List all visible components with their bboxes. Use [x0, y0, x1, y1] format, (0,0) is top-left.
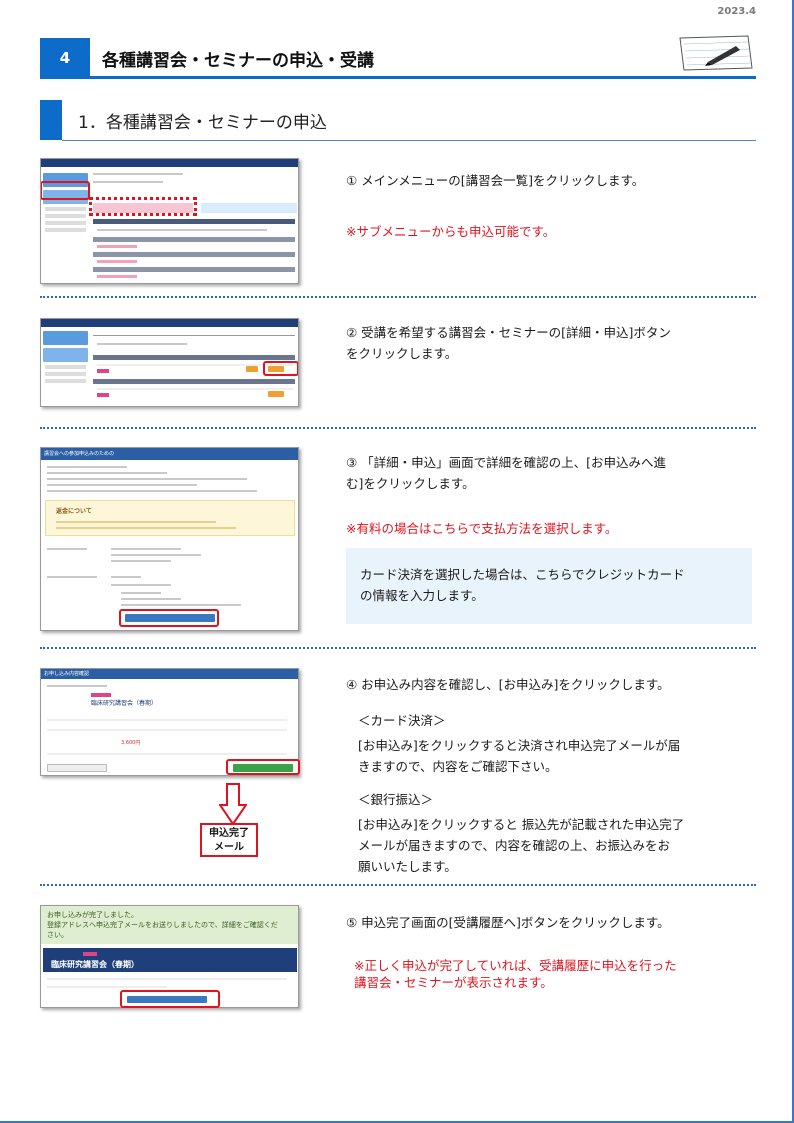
down-arrow-icon	[219, 783, 247, 825]
screenshot-course-list	[40, 318, 299, 407]
document-date: 2023.4	[717, 6, 756, 17]
shot-titlebar	[41, 159, 298, 167]
screenshot-course-detail: 講習会への参加申込みのための 返金について	[40, 447, 299, 631]
chapter-number: 4	[40, 38, 90, 78]
shot-refund-heading: 返金について	[56, 508, 92, 515]
step5-note-line1: ※正しく申込が完了していれば、受講履歴に申込を行った	[354, 958, 677, 973]
divider	[40, 647, 756, 649]
shot-done-banner: お申し込みが完了しました。 登録アドレスへ申込完了メールをお送りしましたので、詳…	[41, 906, 298, 944]
shot-header: 講習会への参加申込みのための	[41, 448, 298, 460]
card-line1: [お申込み]をクリックすると決済され申込完了メールが届	[358, 738, 681, 753]
chapter-title: 各種講習会・セミナーの申込・受講	[102, 51, 374, 71]
step3-info-line2: の情報を入力します。	[360, 588, 484, 603]
step3-info-line1: カード決済を選択した場合は、こちらでクレジットカード	[360, 567, 685, 582]
shot-course-name: 臨床研究講習会（春期）	[91, 700, 158, 707]
screenshot-main-menu	[40, 158, 299, 284]
step3-text-line1: ③ 「詳細・申込」画面で詳細を確認の上、[お申込みへ進	[346, 455, 667, 470]
manual-page: 2023.4 4 各種講習会・セミナーの申込・受講 1．各種講習会・セミナーの申…	[0, 0, 794, 1123]
divider	[40, 296, 756, 298]
chapter-rule	[40, 76, 756, 79]
section-title: 1．各種講習会・セミナーの申込	[78, 113, 327, 133]
bank-heading: ＜銀行振込＞	[358, 792, 434, 807]
highlight-proceed-button	[119, 609, 219, 627]
step2-text-line1: ② 受講を希望する講習会・セミナーの[詳細・申込]ボタン	[346, 325, 671, 340]
step3-info-box: カード決済を選択した場合は、こちらでクレジットカード の情報を入力します。	[346, 548, 752, 624]
step1-text: ① メインメニューの[講習会一覧]をクリックします。	[346, 173, 645, 188]
section-header: 1．各種講習会・セミナーの申込	[40, 100, 756, 142]
step5-text: ⑤ 申込完了画面の[受講履歴へ]ボタンをクリックします。	[346, 915, 670, 930]
shot-done-line1: お申し込みが完了しました。	[47, 911, 138, 919]
shot-done-line2: 登録アドレスへ申込完了メールをお送りしましたので、詳細をご確認くだ	[47, 921, 278, 929]
step5-note-line2: 講習会・セミナーが表示されます。	[354, 975, 553, 990]
shot-done-line3: さい。	[47, 931, 68, 939]
step2-text-line2: をクリックします。	[346, 346, 458, 361]
highlight-course-list-button	[41, 181, 90, 200]
divider	[40, 427, 756, 429]
bank-line1: [お申込み]をクリックすると 振込先が記載された申込完了	[358, 817, 685, 832]
shot-refund-box: 返金について	[45, 500, 295, 536]
completion-mail-box: 申込完了 メール	[200, 823, 258, 857]
chapter-header: 4 各種講習会・セミナーの申込・受講	[40, 35, 756, 80]
mail-label-line2: メール	[214, 842, 244, 853]
card-heading: ＜カード決済＞	[358, 713, 446, 728]
bank-line3: 願いいたします。	[358, 859, 457, 874]
highlight-apply-button	[226, 759, 300, 775]
highlight-detail-button	[263, 361, 298, 376]
mail-label-line1: 申込完了	[209, 828, 249, 839]
shot-course-band: 臨床研究講習会（春期）	[43, 948, 297, 972]
highlight-history-button	[120, 990, 220, 1008]
shot-header: お申し込み内容確認	[41, 669, 298, 679]
section-bar	[40, 100, 62, 140]
step4-text: ④ お申込み内容を確認し、[お申込み]をクリックします。	[346, 677, 670, 692]
shot-price: 3,600円	[121, 740, 141, 746]
step3-note: ※有料の場合はこちらで支払方法を選択します。	[346, 521, 618, 536]
step3-text-line2: む]をクリックします。	[346, 476, 475, 491]
step1-note: ※サブメニューからも申込可能です。	[346, 224, 556, 239]
divider	[40, 884, 756, 886]
notebook-pen-icon	[679, 35, 753, 71]
shot-course-title: 臨床研究講習会（春期）	[51, 960, 139, 969]
section-rule	[62, 140, 756, 141]
highlight-submenu	[89, 197, 197, 216]
bank-line2: メールが届きますので、内容を確認の上、お振込みをお	[358, 838, 671, 853]
card-line2: きますので、内容をご確認下さい。	[358, 759, 558, 774]
